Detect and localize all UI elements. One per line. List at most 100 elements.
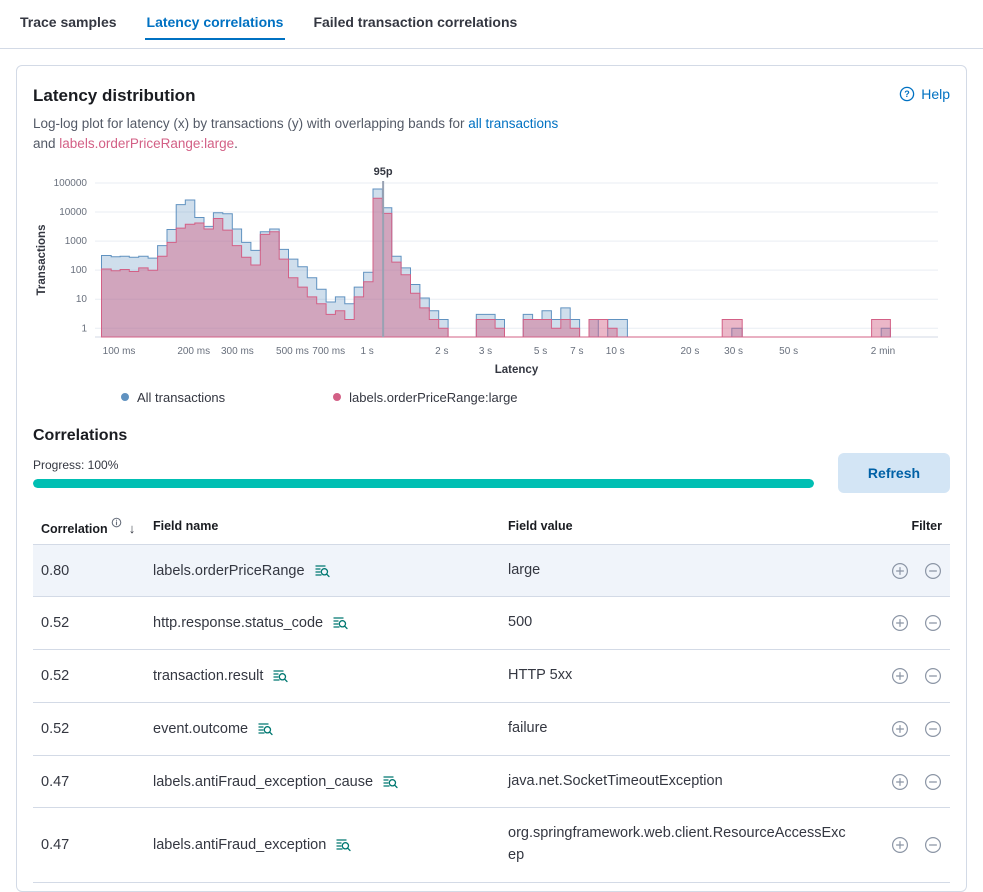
filter-cell (860, 808, 950, 883)
svg-text:700 ms: 700 ms (312, 346, 345, 357)
svg-text:100 ms: 100 ms (103, 346, 136, 357)
legend-label: labels.orderPriceRange:large (349, 390, 517, 405)
filter-include-button[interactable] (891, 773, 909, 791)
field-value: java.net.SocketTimeoutException (500, 755, 860, 808)
svg-text:2 s: 2 s (435, 346, 448, 357)
filter-include-button[interactable] (891, 667, 909, 685)
correlation-value: 0.52 (33, 597, 145, 650)
filter-exclude-button[interactable] (924, 614, 942, 632)
latency-distribution-svg: 11010010001000010000095p100 ms200 ms300 … (33, 163, 952, 377)
svg-text:500 ms: 500 ms (276, 346, 309, 357)
correlation-row: 0.52transaction.resultHTTP 5xx (33, 650, 950, 703)
view-field-stats-icon[interactable] (332, 615, 348, 631)
svg-text:30 s: 30 s (724, 346, 743, 357)
field-name: labels.orderPriceRange (153, 563, 305, 579)
term-link[interactable]: labels.orderPriceRange:large (59, 136, 234, 151)
view-field-stats-icon[interactable] (382, 774, 398, 790)
filter-include-button[interactable] (891, 562, 909, 580)
svg-text:1 s: 1 s (360, 346, 373, 357)
refresh-button[interactable]: Refresh (838, 453, 950, 493)
field-name-cell: event.outcome (145, 702, 500, 755)
correlation-value: 0.80 (33, 544, 145, 597)
correlation-value: 0.47 (33, 808, 145, 883)
svg-text:300 ms: 300 ms (221, 346, 254, 357)
panel-header: Latency distribution ? Help (33, 86, 950, 106)
legend-dot-icon (333, 393, 341, 401)
field-name: transaction.result (153, 668, 263, 684)
correlation-value: 0.52 (33, 702, 145, 755)
legend-item[interactable]: labels.orderPriceRange:large (333, 390, 517, 405)
header-correlation[interactable]: Correlation ↓ (33, 509, 145, 545)
filter-exclude-button[interactable] (924, 667, 942, 685)
progress-bar (33, 479, 814, 488)
svg-text:2 min: 2 min (871, 346, 895, 357)
filter-cell (860, 544, 950, 597)
sort-desc-icon: ↓ (129, 521, 136, 536)
field-value: 500 (500, 597, 860, 650)
apm-correlations-page: Trace samples Latency correlations Failed … (0, 0, 983, 892)
view-field-stats-icon[interactable] (272, 668, 288, 684)
help-link[interactable]: ? Help (899, 86, 950, 102)
svg-text:1000: 1000 (65, 236, 88, 247)
filter-exclude-button[interactable] (924, 773, 942, 791)
view-field-stats-icon[interactable] (314, 563, 330, 579)
field-name: labels.antiFraud_exception_cause (153, 774, 373, 790)
field-name: labels.antiFraud_exception (153, 837, 326, 853)
tab-trace-samples[interactable]: Trace samples (18, 14, 119, 40)
description-suffix: . (234, 136, 238, 151)
field-name: http.response.status_code (153, 615, 323, 631)
svg-text:50 s: 50 s (779, 346, 798, 357)
field-name-cell: labels.antiFraud_exception_cause (145, 755, 500, 808)
svg-text:3 s: 3 s (479, 346, 492, 357)
svg-text:Latency: Latency (495, 364, 539, 376)
svg-text:10: 10 (76, 294, 88, 305)
help-label: Help (921, 86, 950, 102)
filter-exclude-button[interactable] (924, 562, 942, 580)
tab-failed-transaction-correlations[interactable]: Failed transaction correlations (311, 14, 519, 40)
correlation-row: 0.47 labels.antiFraud_exception org.spring… (33, 808, 950, 883)
legend-dot-icon (121, 393, 129, 401)
all-transactions-link[interactable]: all transactions (468, 116, 558, 131)
info-icon (111, 517, 122, 528)
svg-text:10000: 10000 (59, 207, 87, 218)
filter-exclude-button[interactable] (924, 836, 942, 854)
svg-text:7 s: 7 s (570, 346, 583, 357)
field-name-cell: http.response.status_code (145, 597, 500, 650)
field-name: event.outcome (153, 721, 248, 737)
help-icon: ? (899, 86, 915, 102)
correlation-row: 0.80labels.orderPriceRangelarge (33, 544, 950, 597)
filter-exclude-button[interactable] (924, 720, 942, 738)
filter-include-button[interactable] (891, 720, 909, 738)
panel-title: Latency distribution (33, 86, 195, 106)
filter-include-button[interactable] (891, 836, 909, 854)
progress-fill (33, 479, 814, 488)
header-correlation-label: Correlation (41, 522, 108, 536)
correlation-row: 0.52 http.response.status_code 500 (33, 597, 950, 650)
svg-text:20 s: 20 s (680, 346, 699, 357)
view-field-stats-icon[interactable] (335, 837, 351, 853)
field-value: failure (500, 702, 860, 755)
filter-include-button[interactable] (891, 614, 909, 632)
tab-latency-correlations[interactable]: Latency correlations (145, 14, 286, 40)
field-value: HTTP 5xx (500, 650, 860, 703)
latency-chart[interactable]: 11010010001000010000095p100 ms200 ms300 … (33, 163, 950, 382)
field-name-cell: transaction.result (145, 650, 500, 703)
field-name-cell: labels.orderPriceRange (145, 544, 500, 597)
chart-legend: All transactions labels.orderPriceRange:l… (33, 390, 950, 405)
correlation-row: 0.47labels.antiFraud_exception_causejava… (33, 755, 950, 808)
progress-block: Progress: 100% (33, 458, 814, 488)
header-field-name: Field name (145, 509, 500, 545)
svg-text:?: ? (904, 89, 910, 99)
correlations-table-body: 0.80labels.orderPriceRangelarge0.52http.… (33, 544, 950, 882)
latency-panel: Latency distribution ? Help Log-log plot… (16, 65, 967, 892)
legend-label: All transactions (137, 390, 225, 405)
view-field-stats-icon[interactable] (257, 721, 273, 737)
filter-cell (860, 597, 950, 650)
field-value: org.springframework.web.client.ResourceA… (500, 808, 860, 883)
svg-text:5 s: 5 s (534, 346, 547, 357)
filter-cell (860, 650, 950, 703)
table-header-row: Correlation↓ Field name Field value Filt… (33, 509, 950, 545)
header-filter: Filter (860, 509, 950, 545)
legend-item[interactable]: All transactions (121, 390, 225, 405)
progress-label: Progress: 100% (33, 458, 814, 472)
